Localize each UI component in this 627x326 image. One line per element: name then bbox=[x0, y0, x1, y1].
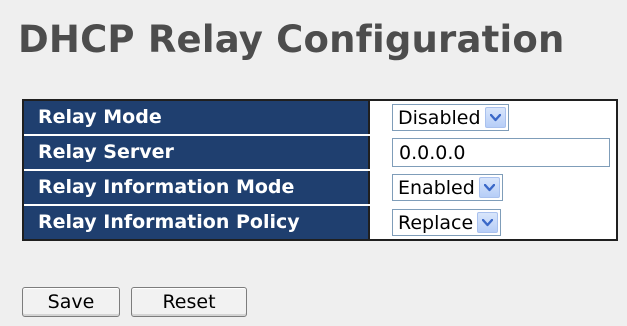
save-button[interactable]: Save bbox=[22, 287, 120, 317]
relay-information-mode-label: Relay Information Mode bbox=[24, 171, 370, 204]
page-title: DHCP Relay Configuration bbox=[18, 18, 565, 61]
relay-information-policy-label: Relay Information Policy bbox=[24, 206, 370, 239]
relay-information-mode-select[interactable]: Enabled bbox=[392, 174, 503, 201]
chevron-down-icon[interactable] bbox=[477, 212, 499, 233]
relay-server-input[interactable] bbox=[392, 138, 610, 167]
dhcp-relay-settings-table: Relay Mode Disabled Relay Server Relay I… bbox=[22, 99, 618, 241]
relay-server-row: Relay Server bbox=[24, 134, 616, 169]
relay-server-cell bbox=[370, 136, 616, 169]
relay-information-mode-cell: Enabled bbox=[370, 171, 616, 204]
relay-mode-label: Relay Mode bbox=[24, 101, 370, 134]
relay-mode-row: Relay Mode Disabled bbox=[24, 101, 616, 134]
relay-mode-selected-value: Disabled bbox=[398, 106, 481, 129]
chevron-down-icon[interactable] bbox=[484, 107, 506, 128]
relay-mode-select[interactable]: Disabled bbox=[392, 104, 509, 131]
relay-information-policy-cell: Replace bbox=[370, 206, 616, 239]
reset-button[interactable]: Reset bbox=[131, 287, 247, 317]
relay-information-policy-selected-value: Replace bbox=[398, 211, 474, 234]
relay-information-policy-row: Relay Information Policy Replace bbox=[24, 204, 616, 239]
relay-information-mode-row: Relay Information Mode Enabled bbox=[24, 169, 616, 204]
chevron-down-icon[interactable] bbox=[478, 177, 500, 198]
relay-server-label: Relay Server bbox=[24, 136, 370, 169]
relay-information-mode-selected-value: Enabled bbox=[398, 176, 475, 199]
relay-information-policy-select[interactable]: Replace bbox=[392, 209, 502, 236]
relay-mode-cell: Disabled bbox=[370, 101, 616, 134]
